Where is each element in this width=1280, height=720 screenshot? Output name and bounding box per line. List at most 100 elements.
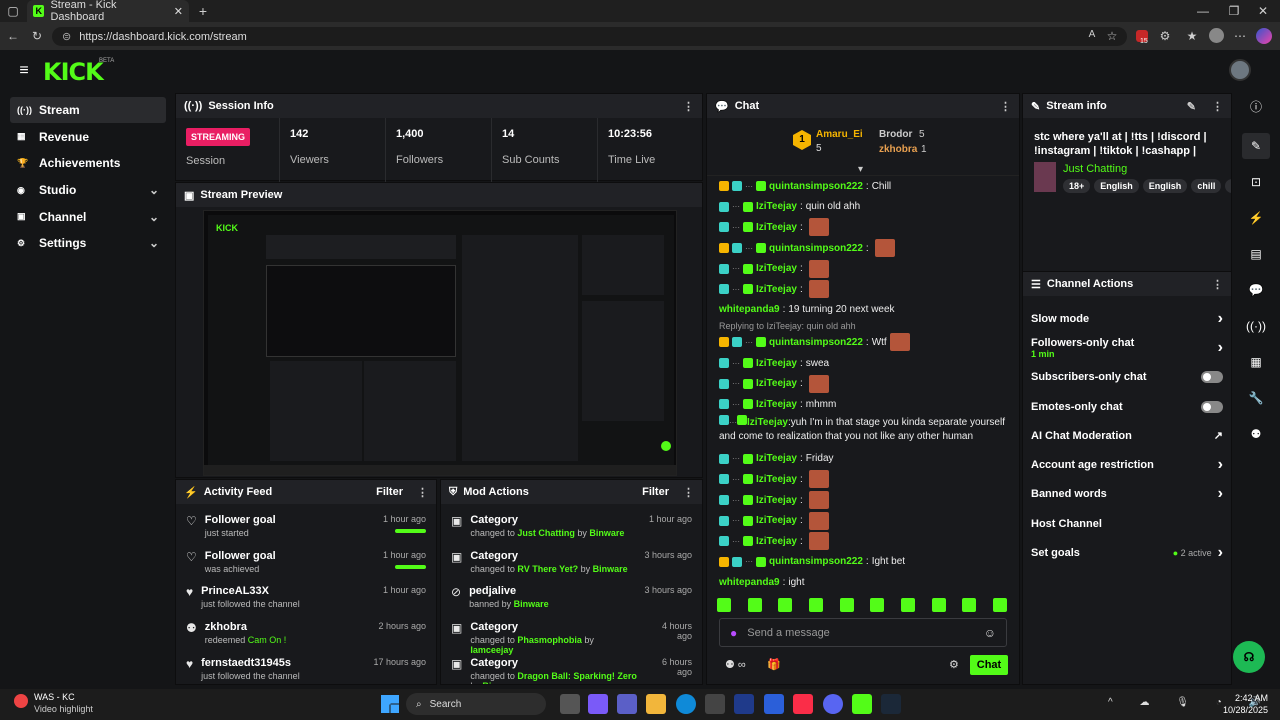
stream-tag[interactable]: English (1142, 179, 1188, 193)
favorite-icon[interactable]: ☆ (1105, 29, 1119, 43)
teams-icon[interactable] (617, 694, 637, 714)
maximize-icon[interactable]: ❐ (1227, 4, 1241, 18)
chevron-down-icon[interactable]: ⌄ (149, 183, 159, 197)
stream-tag[interactable]: chill (1191, 179, 1222, 193)
channel-action-emotes-only-chat[interactable]: Emotes-only chat (1023, 392, 1231, 421)
stream-tag[interactable]: fu (1225, 179, 1231, 193)
top-gifter-3[interactable]: zkhobra (879, 144, 917, 155)
refresh-icon[interactable]: ↻ (30, 29, 44, 43)
mod-action-by[interactable]: Iamceejay (470, 645, 513, 655)
chat-username[interactable]: IziTeejay (756, 284, 797, 295)
chevron-down-icon[interactable]: ⌄ (149, 236, 159, 250)
info-icon[interactable]: ⓘ (1242, 93, 1270, 119)
mod-rail-icon[interactable]: ▤ (1242, 241, 1270, 267)
session-more-icon[interactable]: ⋮ (683, 100, 694, 113)
message-input[interactable]: ● Send a message ☺ (719, 618, 1007, 647)
app-widget-icon[interactable] (14, 694, 28, 708)
chevron-right-icon[interactable]: › (1218, 339, 1223, 357)
taskbar-search[interactable]: ⌕ Search (406, 693, 546, 715)
chat-username[interactable]: IziTeejay (756, 453, 797, 464)
chat-username[interactable]: IziTeejay (756, 474, 797, 485)
category-name[interactable]: Just Chatting (1063, 163, 1127, 175)
channel-action-host-channel[interactable]: Host Channel (1023, 509, 1231, 538)
edge-icon[interactable] (676, 694, 696, 714)
toggle-switch[interactable] (1201, 400, 1223, 413)
tab-actions-icon[interactable]: ▢ (6, 4, 20, 18)
mod-action-by[interactable]: Binware (482, 681, 517, 684)
channel-action-account-age-restriction[interactable]: Account age restriction › (1023, 450, 1231, 479)
chat-username[interactable]: whitepanda9 (719, 304, 780, 315)
back-icon[interactable]: ← (6, 29, 20, 43)
emote-icon[interactable] (900, 598, 915, 612)
broadcast-rail-icon[interactable]: ((·)) (1242, 313, 1270, 339)
emoji-icon[interactable]: ☺ (984, 626, 996, 640)
emote-icon[interactable] (962, 598, 977, 612)
user-avatar[interactable] (1229, 59, 1251, 81)
emote-icon[interactable] (778, 598, 793, 612)
more-options-icon[interactable]: ⋯ (1233, 29, 1247, 43)
activity-filter-button[interactable]: Filter (376, 486, 403, 498)
emote-icon[interactable] (931, 598, 946, 612)
sidebar-item-revenue[interactable]: ▦ Revenue (10, 124, 166, 150)
channel-action-ai-chat-moderation[interactable]: AI Chat Moderation ↗ (1023, 421, 1231, 450)
sidebar-item-achievements[interactable]: 🏆 Achievements (10, 150, 166, 176)
discord-icon[interactable] (823, 694, 843, 714)
emote-icon[interactable] (870, 598, 885, 612)
mod-action-hl[interactable]: Phasmophobia (517, 635, 582, 645)
l-app-icon[interactable] (734, 694, 754, 714)
new-tab-icon[interactable]: + (196, 3, 210, 19)
emote-icon[interactable] (839, 598, 854, 612)
kick-logo[interactable]: KICK (43, 58, 104, 86)
browser-tab[interactable]: K Stream - Kick Dashboard ✕ (27, 0, 189, 23)
stream-preview-video[interactable]: KICK (203, 210, 677, 476)
stream-tag[interactable]: 18+ (1063, 179, 1091, 193)
chat-username[interactable]: IziTeejay (756, 515, 797, 526)
chat-username[interactable]: quintansimpson222 (769, 337, 863, 348)
sidebar-item-channel[interactable]: ▣ Channel ⌄ (10, 204, 166, 230)
steam-icon[interactable] (881, 694, 901, 714)
vscode-icon[interactable] (764, 694, 784, 714)
chevron-right-icon[interactable]: › (1218, 456, 1223, 474)
stream-tag[interactable]: English (1094, 179, 1139, 193)
chat-username[interactable]: whitepanda9 (719, 577, 780, 588)
send-chat-button[interactable]: Chat (970, 655, 1008, 675)
channel-action-followers-only-chat[interactable]: Followers-only chat 1 min › (1023, 333, 1231, 362)
gift-icon[interactable]: 🎁 (767, 658, 781, 671)
support-chat-button[interactable]: ☊ (1233, 641, 1265, 673)
stream-preview-rail-icon[interactable]: ⊡ (1242, 169, 1270, 195)
menu-icon[interactable]: ≡ (16, 62, 32, 80)
copilot-icon[interactable] (1256, 28, 1272, 44)
mod-filter-button[interactable]: Filter (642, 486, 669, 498)
sidebar-item-studio[interactable]: ◉ Studio ⌄ (10, 177, 166, 203)
mod-action-hl[interactable]: Just Chatting (517, 528, 575, 538)
chat-username[interactable]: quintansimpson222 (769, 243, 863, 254)
chevron-down-icon[interactable]: ⌄ (149, 210, 159, 224)
layout-rail-icon[interactable]: ▦ (1242, 349, 1270, 375)
mod-action-hl[interactable]: RV There Yet? (517, 564, 578, 574)
toggle-switch[interactable] (1201, 371, 1223, 384)
channel-action-slow-mode[interactable]: Slow mode › (1023, 304, 1231, 333)
chat-users-icon[interactable]: ⚉ ∞ (725, 658, 746, 671)
task-view-icon[interactable] (560, 694, 580, 714)
activity-rail-icon[interactable]: ⚡ (1242, 205, 1270, 231)
chat-username[interactable]: quintansimpson222 (769, 181, 863, 192)
close-tab-icon[interactable]: ✕ (174, 5, 183, 18)
emote-icon[interactable] (717, 598, 731, 612)
chat-username[interactable]: IziTeejay (756, 378, 797, 389)
chevron-right-icon[interactable]: › (1218, 485, 1223, 503)
chevron-right-icon[interactable]: › (1218, 310, 1223, 328)
edit-panel-icon[interactable]: ✎ (1242, 133, 1270, 159)
activity-more-icon[interactable]: ⋮ (417, 486, 428, 499)
chat-username[interactable]: IziTeejay (756, 495, 797, 506)
chat-username[interactable]: IziTeejay (756, 201, 797, 212)
chat-username[interactable]: IziTeejay (756, 263, 797, 274)
emote-icon[interactable] (992, 598, 1007, 612)
channel-action-banned-words[interactable]: Banned words › (1023, 480, 1231, 509)
chat-rail-icon[interactable]: 💬 (1242, 277, 1270, 303)
actions-more-icon[interactable]: ⋮ (1212, 278, 1223, 291)
tools-rail-icon[interactable]: 🔧 (1242, 385, 1270, 411)
chat-username[interactable]: IziTeejay (747, 417, 788, 428)
extensions-icon[interactable]: ⚙ (1158, 29, 1172, 43)
top-gifter-2[interactable]: Brodor (879, 129, 912, 140)
mod-action-hl[interactable]: Dragon Ball: Sparking! Zero (517, 671, 637, 681)
